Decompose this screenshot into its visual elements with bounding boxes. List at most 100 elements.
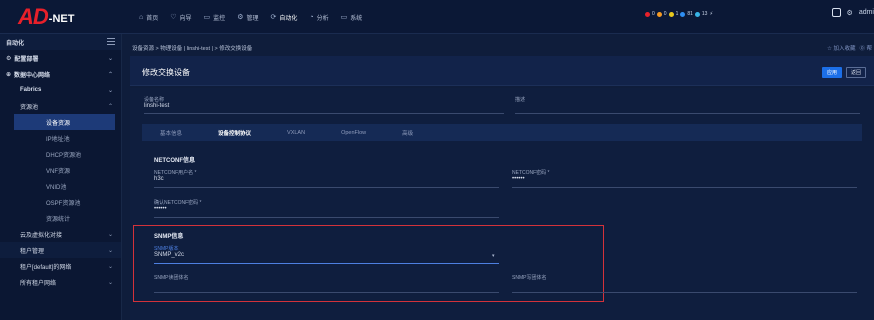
nav-analysis[interactable]: ◔ 分析 <box>308 0 329 34</box>
sidebar-item-resource-pool[interactable]: 资源池 ⌃ <box>0 98 121 114</box>
user-name[interactable]: admi <box>859 9 874 16</box>
sidebar-item-label: 设备资源 <box>46 120 71 127</box>
chevron-up-icon: ⌃ <box>107 71 113 78</box>
sidebar-item-label: IP地址池 <box>46 136 70 143</box>
chevron-down-icon: ⌄ <box>107 247 113 254</box>
back-button[interactable]: 返回 <box>846 67 866 78</box>
netconf-user-label: NETCONF用户名 * <box>154 170 197 176</box>
sidebar-item-default-tenant-network[interactable]: 租户[default]的网络 ⌄ <box>0 258 121 274</box>
logo[interactable]: AD -NET <box>18 6 74 28</box>
critical-alert-dot <box>645 11 650 17</box>
analysis-icon: ◔ <box>309 13 314 21</box>
nav-label: 监控 <box>213 15 226 22</box>
collapse-menu-icon[interactable] <box>107 38 115 45</box>
minor-alert-dot <box>668 11 674 17</box>
snmp-version-label: SNMP版本 <box>154 246 179 252</box>
netconf-section-title: NETCONF信息 <box>154 158 195 164</box>
nav-label: 首页 <box>146 15 159 22</box>
top-bar: AD -NET ⌂ 首页 ♡ 向导 ▭ 监控 ⚙ 管理 ⟳ 自动化 ◔ 分析 ▭ <box>0 0 874 34</box>
info-alert-dot <box>694 11 700 17</box>
breadcrumb-actions: ☆ 加入收藏 ⓪ 帮 <box>827 44 872 52</box>
gear-icon: ⚙ <box>237 14 244 21</box>
title-bar: 修改交换设备 应用 返回 <box>130 56 874 86</box>
netconf-user-underline <box>154 187 499 188</box>
sidebar-item-label: 所有租户网络 <box>20 280 57 287</box>
sidebar-item-ospf[interactable]: OSPF资源池 <box>0 194 121 210</box>
netconf-password-field[interactable]: •••••• <box>512 176 525 182</box>
help-link[interactable]: ⓪ 帮 <box>859 44 872 52</box>
sidebar-item-dc-network[interactable]: ⊕ 数据中心网络 ⌃ <box>0 66 121 82</box>
automation-icon: ⟳ <box>270 14 277 21</box>
alert-count: 1 <box>675 11 679 17</box>
alert-count: 13 <box>701 11 708 17</box>
nav-monitor[interactable]: ▭ 监控 <box>203 0 227 34</box>
sidebar-item-device-resource[interactable]: 设备资源 <box>14 114 115 130</box>
screen-icon[interactable] <box>831 8 841 17</box>
gear-icon[interactable]: ⚙ <box>847 9 853 17</box>
nav-automation[interactable]: ⟳ 自动化 <box>269 0 298 34</box>
sidebar-item-all-tenant-networks[interactable]: 所有租户网络 ⌄ <box>0 274 121 290</box>
logo-text: -NET <box>48 12 75 25</box>
nav-label: 分析 <box>316 15 329 22</box>
sidebar-header-label: 自动化 <box>6 40 25 47</box>
sidebar-item-dhcp-pool[interactable]: DHCP资源池 <box>0 146 121 162</box>
tab-device-control-protocol[interactable]: 设备控制协议 <box>200 124 269 141</box>
tab-advanced[interactable]: 高级 <box>384 124 431 141</box>
sidebar: 自动化 ⚙ 配置部署 ⌄ ⊕ 数据中心网络 ⌃ Fabrics ⌄ 资源池 ⌃ … <box>0 34 122 320</box>
sidebar-item-label: 租户[default]的网络 <box>20 264 72 271</box>
nav-manage[interactable]: ⚙ 管理 <box>236 0 259 34</box>
form-panel: 设备名称 linshi-test 描述 基本信息 设备控制协议 VXLAN Op… <box>130 88 874 320</box>
netconf-user-field[interactable]: h3c <box>154 176 164 182</box>
tab-vxlan[interactable]: VXLAN <box>269 124 323 141</box>
device-name-field[interactable]: linshi-test <box>144 103 169 109</box>
sidebar-item-fabrics[interactable]: Fabrics ⌄ <box>0 82 121 98</box>
alert-count: 0 <box>652 11 655 17</box>
nav-system[interactable]: ▭ 系统 <box>340 0 364 34</box>
chevron-down-icon: ⌄ <box>107 55 113 62</box>
chevron-down-icon: ⌄ <box>107 263 113 270</box>
nav-wizard[interactable]: ♡ 向导 <box>169 0 192 34</box>
sidebar-item-label: DHCP资源池 <box>46 152 82 159</box>
sidebar-item-tenant-manage[interactable]: 租户管理 ⌄ <box>0 242 121 258</box>
nav-home[interactable]: ⌂ 首页 <box>138 0 159 34</box>
chevron-up-icon: ⌃ <box>107 103 113 110</box>
apply-button[interactable]: 应用 <box>822 67 842 78</box>
breadcrumb: 设备资源 > 物理设备 | linshi-test | > 修改交换设备 <box>132 46 253 52</box>
netconf-password-underline <box>512 187 857 188</box>
nav-label: 系统 <box>350 15 363 22</box>
sidebar-item-config-deploy[interactable]: ⚙ 配置部署 ⌄ <box>0 50 121 66</box>
sidebar-item-vnf[interactable]: VNF资源 <box>0 162 121 178</box>
dropdown-caret-icon[interactable]: ▾ <box>492 253 495 259</box>
sidebar-header: 自动化 <box>0 34 121 50</box>
device-name-label: 设备名称 <box>144 97 165 103</box>
sidebar-item-label: 资源池 <box>20 104 39 111</box>
sidebar-item-vnid[interactable]: VNID池 <box>0 178 121 194</box>
tab-bar: 基本信息 设备控制协议 VXLAN OpenFlow 高级 <box>142 124 862 141</box>
alert-count: 0 <box>663 11 667 17</box>
chevron-down-icon: ⌄ <box>107 87 113 94</box>
warning-alert-dot <box>680 11 686 17</box>
globe-icon: ⊕ <box>6 71 12 78</box>
description-underline <box>515 113 860 114</box>
logo-mark: AD <box>18 4 49 29</box>
sidebar-item-label: 租户管理 <box>20 248 45 255</box>
add-favorite-link[interactable]: ☆ 加入收藏 <box>827 44 855 52</box>
sidebar-item-cloud-virtualization[interactable]: 云及虚拟化对接 ⌄ <box>0 226 121 242</box>
sidebar-item-ip-pool[interactable]: IP地址池 <box>0 130 121 146</box>
sidebar-item-resource-stats[interactable]: 资源统计 <box>0 210 121 226</box>
tab-basic-info[interactable]: 基本信息 <box>142 124 200 141</box>
snmp-version-select[interactable]: SNMP_v2c <box>154 252 184 258</box>
snmp-read-community-underline <box>154 292 499 293</box>
snmp-version-underline <box>154 263 499 264</box>
sidebar-item-label: VNID池 <box>46 184 67 191</box>
chevron-down-icon: ⌄ <box>107 279 113 286</box>
netconf-password-label: NETCONF密码 * <box>512 170 550 176</box>
alert-summary[interactable]: 0 0 1 81 13 ⚡ <box>645 11 713 17</box>
nav-label: 向导 <box>179 15 192 22</box>
sidebar-item-label: 配置部署 <box>14 56 39 63</box>
main-nav: ⌂ 首页 ♡ 向导 ▭ 监控 ⚙ 管理 ⟳ 自动化 ◔ 分析 ▭ 系统 <box>138 0 363 34</box>
snmp-write-community-underline <box>512 292 857 293</box>
netconf-confirm-field[interactable]: •••••• <box>154 206 167 212</box>
wizard-icon: ♡ <box>170 14 177 21</box>
tab-openflow[interactable]: OpenFlow <box>323 124 384 141</box>
